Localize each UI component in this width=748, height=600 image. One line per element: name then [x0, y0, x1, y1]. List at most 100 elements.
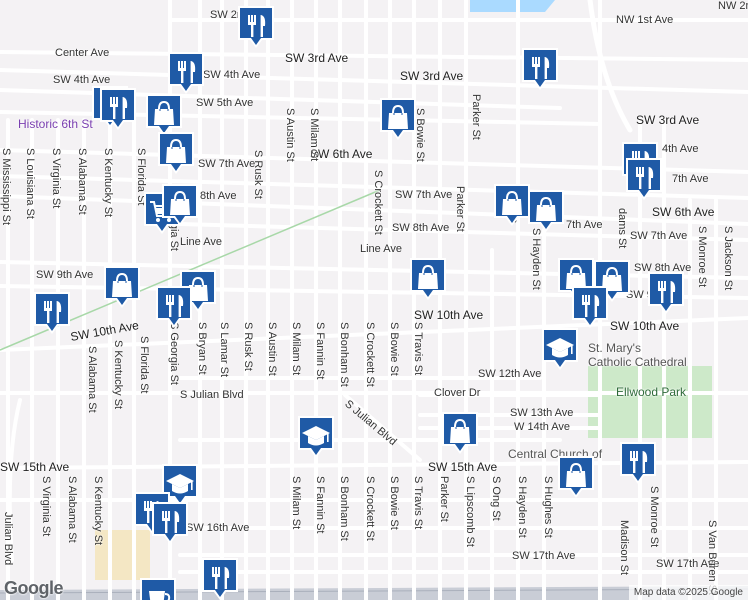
map-pin-graduation-cap[interactable] — [540, 326, 580, 372]
street-label: SW 12th Ave — [478, 368, 542, 380]
street-label: S Fannin St — [314, 322, 326, 380]
street-label: Madison St — [618, 520, 630, 576]
street-label: S Bonham St — [338, 476, 350, 541]
street-label: 7th Ave — [566, 219, 603, 231]
fork-knife-icon — [620, 442, 656, 484]
fork-knife-icon — [202, 558, 238, 600]
map-pin-fork-knife[interactable] — [166, 50, 206, 96]
street-label: S Alabama St — [86, 346, 98, 413]
street-label: S Virginia St — [40, 476, 52, 537]
street-label: S Florida St — [138, 336, 150, 394]
map-pin-fork-knife[interactable] — [618, 440, 658, 486]
street-label: S Louisiana St — [24, 148, 36, 219]
street-label: SW 8th Ave — [392, 222, 450, 234]
street-label: S Milam St — [308, 108, 320, 162]
map-pin-shopping-bag[interactable] — [440, 410, 480, 456]
fork-knife-icon — [648, 272, 684, 314]
street-label: dams St — [616, 208, 628, 249]
map-pin-graduation-cap[interactable] — [296, 414, 336, 460]
shopping-bag-icon — [104, 266, 140, 308]
street-label: SW 4th Ave — [203, 69, 261, 81]
fork-knife-icon — [572, 286, 608, 328]
street-label: Line Ave — [360, 243, 403, 255]
street-label: S Mississippi St — [0, 148, 12, 226]
map-pin-fork-knife[interactable] — [98, 86, 138, 132]
map-pin-fork-knife[interactable] — [570, 284, 610, 330]
map-pin-fork-knife[interactable] — [32, 290, 72, 336]
place-label-cathedral[interactable]: St. Mary's — [588, 342, 641, 354]
street-label: S Austin St — [266, 322, 278, 376]
street-label: SW 6th Ave — [652, 205, 715, 219]
map-pin-fork-knife[interactable] — [236, 4, 276, 50]
fork-knife-icon — [626, 158, 662, 200]
street-label: S Alabama St — [76, 148, 88, 215]
place-label-park[interactable]: Ellwood Park — [616, 386, 686, 398]
street-label: S Kentucky St — [92, 476, 104, 546]
map-canvas[interactable]: SW 2nd Ave NW 1st Ave NW 2n Center Ave S… — [0, 0, 748, 600]
street-label: SW 17th Ave — [512, 550, 576, 562]
fork-knife-icon — [100, 88, 136, 130]
map-pin-fork-knife[interactable] — [150, 500, 190, 546]
shopping-bag-icon — [380, 98, 416, 140]
shopping-bag-icon — [442, 412, 478, 454]
street-label: S Kentucky St — [112, 340, 124, 410]
street-label: Julian Blvd — [2, 512, 14, 566]
street-label: S Fannin St — [314, 476, 326, 534]
map-pin-fork-knife[interactable] — [154, 284, 194, 330]
map-pin-shopping-bag[interactable] — [102, 264, 142, 310]
street-label: S Ong St — [490, 476, 502, 521]
street-label: SW 3rd Ave — [285, 51, 349, 65]
map-pin-shopping-bag[interactable] — [526, 188, 566, 234]
map-pin-fork-knife[interactable] — [646, 270, 686, 316]
fork-knife-icon — [152, 502, 188, 544]
map-pin-shopping-bag[interactable] — [408, 256, 448, 302]
map-pin-shopping-bag[interactable] — [556, 454, 596, 500]
street-label: S Hughes St — [542, 476, 554, 538]
place-label-historic[interactable]: Historic 6th St — [18, 118, 93, 130]
shopping-bag-icon — [558, 456, 594, 498]
street-label: S Crockett St — [364, 322, 376, 387]
street-label: Parker St — [438, 476, 450, 522]
map-pin-fork-knife[interactable] — [520, 46, 560, 92]
street-label: SW 15th Ave — [428, 460, 498, 474]
map-credit[interactable]: Map data ©2025 Google — [628, 585, 748, 600]
google-logo: Google — [4, 578, 64, 598]
graduation-cap-icon — [542, 328, 578, 370]
shopping-bag-icon — [158, 132, 194, 174]
street-label: S Monroe St — [648, 486, 660, 548]
map-pin-coffee-cup[interactable] — [138, 576, 178, 600]
street-label: S Milam St — [290, 476, 302, 530]
shopping-bag-icon — [528, 190, 564, 232]
street-label: S Hayden St — [516, 476, 528, 538]
street-label: 7th Ave — [672, 173, 709, 185]
street-label: S Van Buren St — [706, 520, 718, 596]
street-label: S Austin St — [284, 108, 296, 162]
street-label: SW 13th Ave — [510, 407, 574, 419]
fork-knife-icon — [168, 52, 204, 94]
map-pin-fork-knife[interactable] — [200, 556, 240, 600]
street-label: SW 3rd Ave — [636, 113, 700, 127]
street-label: S Monroe St — [696, 226, 708, 288]
map-pin-fork-knife[interactable] — [624, 156, 664, 202]
fork-knife-icon — [34, 292, 70, 334]
street-label: SW 3rd Ave — [400, 69, 464, 83]
street-label: SW 9th Ave — [36, 269, 94, 281]
street-label: 4th Ave — [662, 143, 699, 155]
street-label: S Travis St — [412, 322, 424, 376]
map-pin-shopping-bag[interactable] — [156, 130, 196, 176]
street-label: S Kentucky St — [102, 148, 114, 218]
street-label: 8th Ave — [200, 190, 237, 202]
street-label: S Bryan St — [196, 322, 208, 375]
street-label: S Georgia St — [168, 322, 180, 385]
map-pin-shopping-bag[interactable] — [160, 182, 200, 228]
place-label-cathedral-2[interactable]: Catholic Cathedral — [588, 356, 687, 368]
street-label: S Virginia St — [50, 148, 62, 209]
street-label: Clover Dr — [434, 387, 481, 399]
street-label: S Lipscomb St — [464, 476, 476, 547]
graduation-cap-icon — [298, 416, 334, 458]
street-label: SW 15th Ave — [0, 460, 70, 474]
street-label: SW 7th Ave — [198, 158, 256, 170]
street-label: S Bonham St — [338, 322, 350, 387]
map-pin-shopping-bag[interactable] — [378, 96, 418, 142]
street-label: Line Ave — [180, 236, 223, 248]
